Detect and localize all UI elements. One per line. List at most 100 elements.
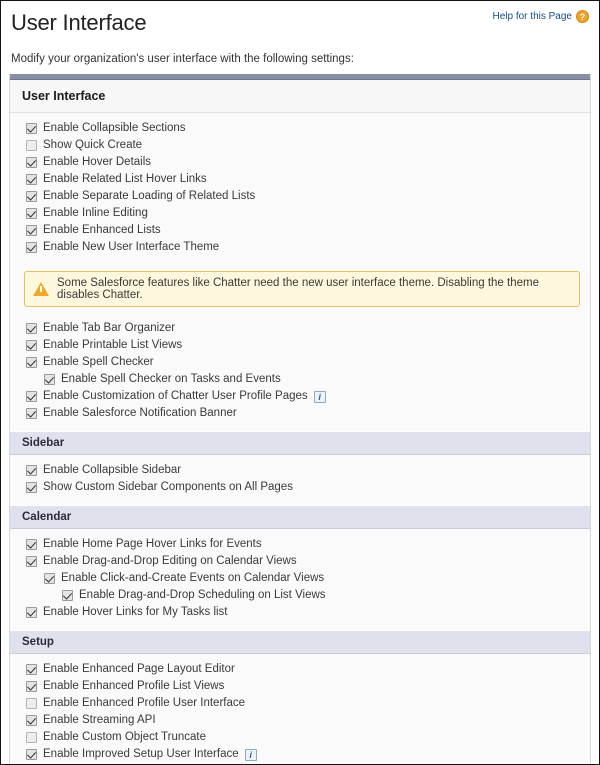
checkbox-label: Enable Printable List Views [43,339,183,351]
checkbox-row[interactable]: Enable Spell Checker on Tasks and Events [44,371,590,388]
checkbox-label: Enable Salesforce Notification Banner [43,407,237,419]
checkbox-row[interactable]: Enable Streaming API [26,712,590,729]
checkbox-row[interactable]: Enable Inline Editing [26,205,590,222]
settings-group-user-interface-continued: Enable Tab Bar Organizer Enable Printable… [10,313,590,431]
checkbox-checked-icon[interactable] [26,482,37,493]
checkbox-row[interactable]: Enable Click-and-Create Events on Calend… [44,570,590,587]
checkbox-unchecked-icon[interactable] [26,698,37,709]
checkbox-row[interactable]: Enable Spell Checker [26,354,590,371]
question-mark-icon[interactable]: ? [576,10,589,23]
checkbox-label: Enable Enhanced Profile User Interface [43,697,246,709]
checkbox-checked-icon[interactable] [26,340,37,351]
settings-group-user-interface: Enable Collapsible Sections Show Quick Cr… [10,113,590,265]
checkbox-row[interactable]: Enable Collapsible Sections [26,120,590,137]
checkbox-checked-icon[interactable] [26,391,37,402]
warning-banner: Some Salesforce features like Chatter ne… [24,271,580,307]
checkbox-checked-icon[interactable] [26,556,37,567]
checkbox-checked-icon[interactable] [26,749,37,760]
checkbox-checked-icon[interactable] [26,357,37,368]
checkbox-row[interactable]: Enable Customization of Chatter User Pro… [26,388,590,405]
checkbox-label: Enable Collapsible Sections [43,122,186,134]
checkbox-label: Enable Hover Links for My Tasks list [43,606,228,618]
checkbox-label: Enable Separate Loading of Related Lists [43,190,256,202]
settings-group-setup: Enable Enhanced Page Layout Editor Enable… [10,654,590,764]
settings-group-calendar: Enable Home Page Hover Links for Events E… [10,529,590,630]
checkbox-row[interactable]: Enable Custom Object Truncate [26,729,590,746]
checkbox-row[interactable]: Enable Enhanced Profile List Views [26,678,590,695]
checkbox-label: Enable Customization of Chatter User Pro… [43,390,308,402]
checkbox-checked-icon[interactable] [44,573,55,584]
checkbox-label: Enable Hover Details [43,156,152,168]
checkbox-row[interactable]: Enable Home Page Hover Links for Events [26,536,590,553]
settings-group-sidebar: Enable Collapsible Sidebar Show Custom Si… [10,455,590,505]
settings-panel: User Interface Enable Collapsible Sectio… [9,74,591,764]
checkbox-label: Enable Streaming API [43,714,156,726]
checkbox-label: Show Custom Sidebar Components on All Pa… [43,481,293,493]
checkbox-row[interactable]: Enable Printable List Views [26,337,590,354]
checkbox-label: Enable Improved Setup User Interface [43,748,239,760]
checkbox-label: Enable Inline Editing [43,207,148,219]
checkbox-checked-icon[interactable] [26,681,37,692]
checkbox-checked-icon[interactable] [26,664,37,675]
checkbox-row[interactable]: Enable Salesforce Notification Banner [26,405,590,422]
checkbox-label: Enable Enhanced Profile List Views [43,680,225,692]
section-header-setup: Setup [10,630,590,654]
checkbox-row[interactable]: Show Quick Create [26,137,590,154]
checkbox-checked-icon[interactable] [26,191,37,202]
checkbox-label: Enable Enhanced Page Layout Editor [43,663,235,675]
checkbox-checked-icon[interactable] [26,174,37,185]
checkbox-row[interactable]: Enable Tab Bar Organizer [26,320,590,337]
panel-body: Enable Collapsible Sections Show Quick Cr… [10,113,590,764]
checkbox-checked-icon[interactable] [26,715,37,726]
checkbox-row[interactable]: Enable Drag-and-Drop Scheduling on List … [62,587,590,604]
checkbox-checked-icon[interactable] [44,374,55,385]
info-icon[interactable]: i [244,748,257,761]
checkbox-row[interactable]: Enable Drag-and-Drop Editing on Calendar… [26,553,590,570]
page-subtitle: Modify your organization's user interfac… [11,53,354,65]
section-header-sidebar: Sidebar [10,431,590,455]
checkbox-label: Enable Enhanced Lists [43,224,161,236]
checkbox-label: Enable Drag-and-Drop Editing on Calendar… [43,555,297,567]
checkbox-checked-icon[interactable] [26,323,37,334]
checkbox-row[interactable]: Enable Enhanced Page Layout Editor [26,661,590,678]
checkbox-label: Enable New User Interface Theme [43,241,220,253]
help-link[interactable]: Help for this Page [493,11,573,22]
checkbox-label: Enable Click-and-Create Events on Calend… [61,572,325,584]
checkbox-unchecked-icon[interactable] [26,140,37,151]
page-header: User Interface Help for this Page ? [1,1,599,53]
checkbox-row[interactable]: Enable Hover Details [26,154,590,171]
checkbox-checked-icon[interactable] [26,225,37,236]
checkbox-checked-icon[interactable] [26,242,37,253]
checkbox-label: Enable Spell Checker on Tasks and Events [61,373,281,385]
checkbox-row[interactable]: Enable Separate Loading of Related Lists [26,188,590,205]
checkbox-unchecked-icon[interactable] [26,732,37,743]
checkbox-label: Enable Collapsible Sidebar [43,464,182,476]
checkbox-label: Enable Home Page Hover Links for Events [43,538,262,550]
checkbox-checked-icon[interactable] [26,157,37,168]
checkbox-label: Enable Spell Checker [43,356,154,368]
warning-text: Some Salesforce features like Chatter ne… [57,277,539,301]
panel-title: User Interface [10,80,590,113]
checkbox-row[interactable]: Enable Related List Hover Links [26,171,590,188]
checkbox-label: Enable Custom Object Truncate [43,731,206,743]
checkbox-checked-icon[interactable] [26,408,37,419]
help-for-this-page[interactable]: Help for this Page ? [493,10,589,23]
checkbox-label: Enable Tab Bar Organizer [43,322,176,334]
info-icon[interactable]: i [313,390,326,403]
checkbox-row[interactable]: Enable Enhanced Profile User Interface [26,695,590,712]
checkbox-checked-icon[interactable] [26,607,37,618]
checkbox-row[interactable]: Enable Improved Setup User Interface i [26,746,590,763]
checkbox-checked-icon[interactable] [26,123,37,134]
checkbox-checked-icon[interactable] [26,208,37,219]
checkbox-row[interactable]: Enable New User Interface Theme [26,239,590,256]
checkbox-checked-icon[interactable] [62,590,73,601]
checkbox-label: Show Quick Create [43,139,143,151]
checkbox-row[interactable]: Enable Hover Links for My Tasks list [26,604,590,621]
checkbox-checked-icon[interactable] [26,465,37,476]
checkbox-row[interactable]: Enable Enhanced Lists [26,222,590,239]
checkbox-label: Enable Related List Hover Links [43,173,207,185]
user-interface-settings-page: User Interface Help for this Page ? Modi… [0,0,600,765]
checkbox-row[interactable]: Enable Collapsible Sidebar [26,462,590,479]
checkbox-checked-icon[interactable] [26,539,37,550]
checkbox-row[interactable]: Show Custom Sidebar Components on All Pa… [26,479,590,496]
